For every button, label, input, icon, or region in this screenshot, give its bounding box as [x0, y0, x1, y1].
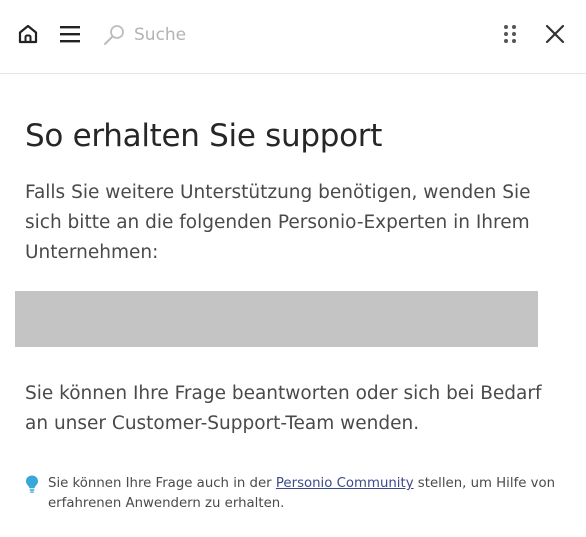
- hint-prefix: Sie können Ihre Frage auch in der: [48, 476, 276, 491]
- close-button[interactable]: [541, 20, 569, 48]
- search-bar[interactable]: [102, 20, 462, 50]
- search-input[interactable]: [134, 25, 434, 45]
- menu-button[interactable]: [56, 20, 84, 48]
- search-icon: [104, 25, 124, 45]
- menu-icon: [60, 26, 80, 43]
- drag-handle-button[interactable]: [496, 20, 524, 48]
- experts-list-placeholder: [15, 291, 538, 347]
- intro-text: Falls Sie weitere Unterstützung benötige…: [25, 182, 531, 263]
- hint-text: Sie können Ihre Frage auch in der Person…: [48, 474, 569, 514]
- close-icon: [545, 24, 565, 44]
- community-hint: Sie können Ihre Frage auch in der Person…: [24, 474, 569, 514]
- home-icon: [18, 24, 38, 44]
- top-bar: [0, 0, 586, 74]
- support-text: Sie können Ihre Frage beantworten oder s…: [25, 383, 542, 434]
- page-title: So erhalten Sie support: [25, 118, 383, 154]
- drag-handle-icon: [504, 25, 516, 43]
- home-button[interactable]: [14, 20, 42, 48]
- lightbulb-icon: [26, 475, 38, 493]
- community-link[interactable]: Personio Community: [276, 476, 414, 491]
